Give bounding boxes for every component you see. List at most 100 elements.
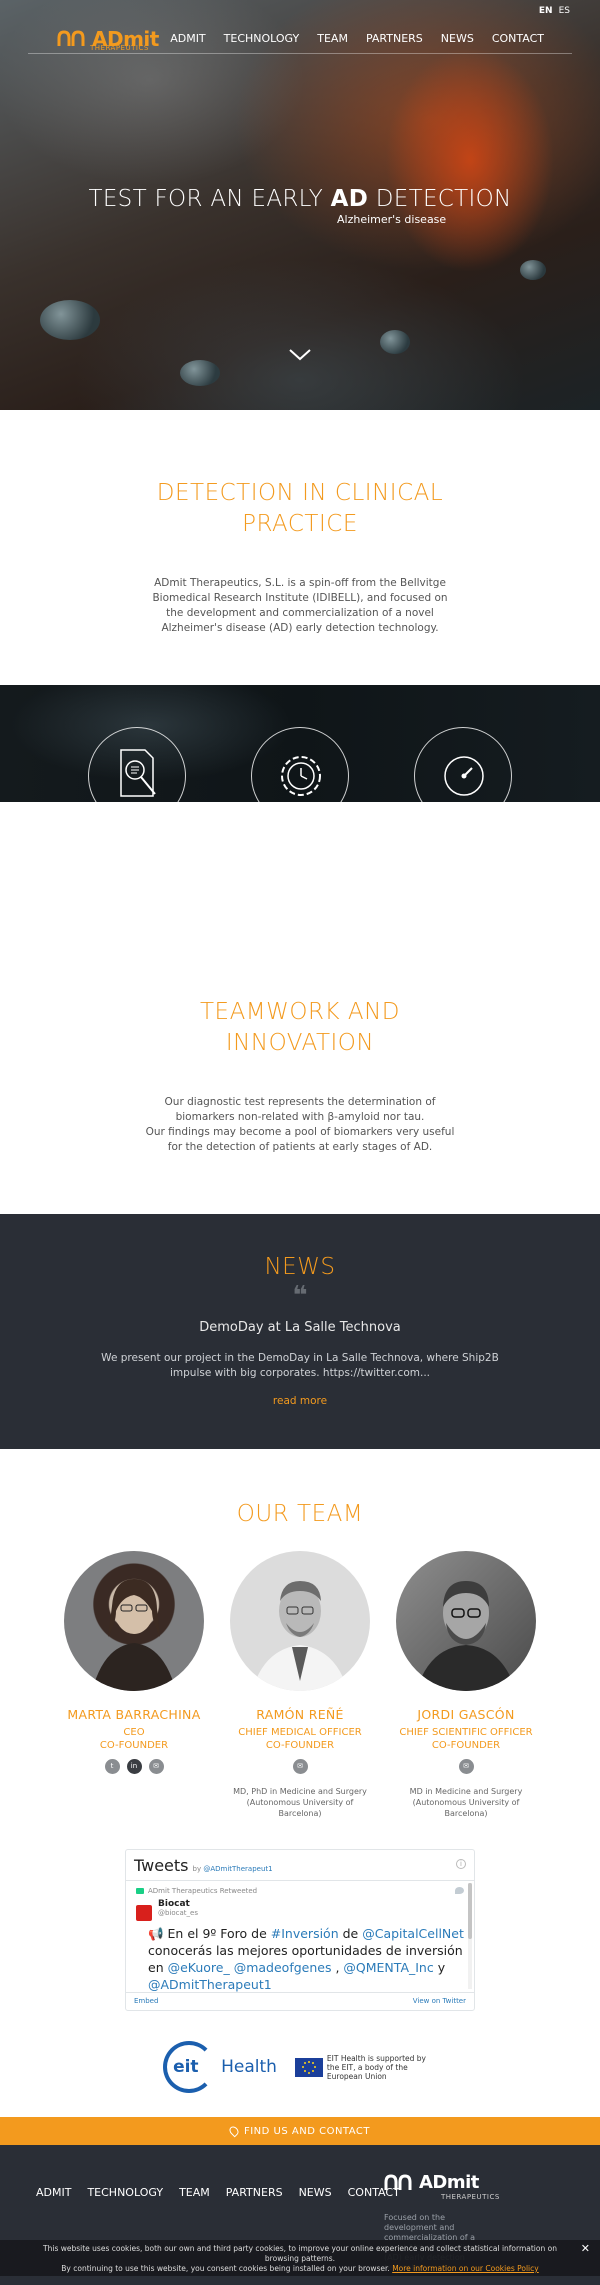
tweet[interactable]: ADmit Therapeutics Retweeted Biocat @bio…	[126, 1880, 474, 1993]
member-degree: MD in Medicine and Surgery (Autonomous U…	[396, 1786, 536, 1819]
logo-subtitle: THERAPEUTICS	[441, 2193, 500, 2201]
logo-mark-icon	[57, 29, 85, 46]
cell-blob	[40, 300, 100, 340]
member-role: CHIEF MEDICAL OFFICER CO-FOUNDER	[230, 1726, 370, 1752]
tweet-mention-link[interactable]: @ADmitTherapeut1	[148, 1977, 272, 1992]
feature-speed[interactable]	[414, 727, 512, 802]
speedometer-icon	[444, 756, 484, 796]
footer-nav-partners[interactable]: PARTNERS	[226, 2186, 283, 2199]
nav-contact[interactable]: CONTACT	[492, 32, 544, 45]
nav-news[interactable]: NEWS	[441, 32, 474, 45]
cookie-banner: This website uses cookies, both our own …	[0, 2240, 600, 2276]
portrait-icon	[416, 1581, 516, 1691]
logo[interactable]: ADmit THERAPEUTICS	[56, 29, 159, 52]
feature-process[interactable]	[251, 727, 349, 802]
lang-es[interactable]: ES	[559, 6, 570, 16]
main-nav: ADMIT TECHNOLOGY TEAM PARTNERS NEWS CONT…	[170, 32, 544, 45]
teamwork-title-line1: TEAMWORK AND	[199, 999, 401, 1025]
member-name: MARTA BARRACHINA	[67, 1707, 201, 1722]
tweet-author-name[interactable]: Biocat	[158, 1899, 198, 1909]
member-degree: MD, PhD in Medicine and Surgery (Autonom…	[230, 1786, 370, 1819]
footer-nav-team[interactable]: TEAM	[179, 2186, 210, 2199]
close-icon[interactable]: ✕	[581, 2243, 590, 2254]
hero-title: TEST FOR AN EARLY AD DETECTION	[0, 186, 600, 212]
hero-title-bold: AD	[330, 186, 369, 212]
eu-notice: EIT Health is supported by the EIT, a bo…	[294, 2053, 437, 2081]
email-icon[interactable]: ✉	[458, 1759, 474, 1774]
member-role: CEO CO-FOUNDER	[64, 1726, 204, 1752]
member-name: JORDI GASCÓN	[417, 1707, 515, 1722]
nav-admit[interactable]: ADMIT	[170, 32, 205, 45]
member-role-title: CHIEF MEDICAL OFFICER	[238, 1727, 362, 1738]
language-switcher: EN ES	[539, 6, 570, 16]
news-section: NEWS ❝ DemoDay at La Salle Technova We p…	[0, 1214, 600, 1449]
gear-clock-icon	[281, 756, 321, 796]
footer-nav-admit[interactable]: ADMIT	[36, 2186, 71, 2199]
tweet-hashtag-link[interactable]: #Inversión	[271, 1926, 339, 1941]
teamwork-text-1: Our diagnostic test represents the deter…	[164, 1096, 436, 1123]
scrollbar-thumb[interactable]	[468, 1883, 472, 1939]
tweet-text-part: y	[433, 1960, 446, 1975]
nav-partners[interactable]: PARTNERS	[366, 32, 423, 45]
eit-health-logo[interactable]: eit Health	[163, 2041, 277, 2093]
eu-flag-icon	[294, 2057, 323, 2077]
detection-text: ADmit Therapeutics, S.L. is a spin-off f…	[152, 577, 448, 634]
footer-nav-technology[interactable]: TECHNOLOGY	[87, 2186, 163, 2199]
detection-title-line1: DETECTION IN CLINICAL	[156, 480, 444, 506]
footer-logo[interactable]: ADmit THERAPEUTICS	[383, 2172, 499, 2201]
tweet-mention-link[interactable]: @QMENTA_Inc	[343, 1960, 433, 1975]
cookie-consent-text: By continuing to use this website, you c…	[61, 2264, 390, 2273]
lang-en[interactable]: EN	[539, 6, 553, 16]
chevron-down-icon[interactable]	[288, 348, 312, 362]
news-headline[interactable]: DemoDay at La Salle Technova	[0, 1320, 600, 1335]
teamwork-text: Our diagnostic test represents the deter…	[140, 1095, 460, 1155]
cell-blob	[520, 260, 546, 280]
member-socials: ✉	[230, 1759, 370, 1774]
member-photo	[230, 1551, 370, 1691]
retweet-label: ADmit Therapeutics Retweeted	[136, 1887, 464, 1895]
teamwork-text-2: Our findings may become a pool of biomar…	[145, 1126, 455, 1153]
twitter-icon[interactable]: t	[104, 1759, 120, 1774]
find-us-bar[interactable]: FIND US AND CONTACT	[0, 2117, 600, 2145]
hero-subtitle: Alzheimer's disease	[337, 213, 447, 226]
info-icon[interactable]: i	[456, 1859, 466, 1869]
nav-team[interactable]: TEAM	[317, 32, 348, 45]
member-role-cofounder: CO-FOUNDER	[265, 1740, 335, 1751]
eit-health-label: Health	[221, 2057, 277, 2077]
nav-technology[interactable]: TECHNOLOGY	[224, 32, 300, 45]
member-role-title: CEO	[123, 1727, 145, 1738]
portrait-icon	[92, 1579, 176, 1691]
timeline-handle-link[interactable]: @ADmitTherapeut1	[203, 1865, 272, 1873]
email-icon[interactable]: ✉	[292, 1759, 308, 1774]
member-photo	[64, 1551, 204, 1691]
email-icon[interactable]: ✉	[148, 1759, 164, 1774]
footer-nav-news[interactable]: NEWS	[299, 2186, 332, 2199]
teamwork-title-line2: INNOVATION	[225, 1030, 375, 1056]
tweet-mention-link[interactable]: @CapitalCellNet	[362, 1926, 464, 1941]
member-degree-line1: MD, PhD in Medicine and Surgery	[233, 1787, 367, 1796]
linkedin-icon[interactable]: in	[126, 1759, 142, 1774]
embed-link[interactable]: Embed	[134, 1997, 158, 2005]
teamwork-section: TEAMWORK AND INNOVATION Our diagnostic t…	[0, 802, 600, 1214]
hero-title-post: DETECTION	[368, 186, 512, 212]
timeline-header: Tweets by @ADmitTherapeut1	[126, 1850, 474, 1880]
news-excerpt: We present our project in the DemoDay in…	[101, 1352, 499, 1379]
cookie-text: This website uses cookies, both our own …	[43, 2244, 557, 2263]
tweet-mention-link[interactable]: @madeofgenes	[234, 1960, 332, 1975]
member-role-title: CHIEF SCIENTIFIC OFFICER	[399, 1727, 533, 1738]
eu-support-text: EIT Health is supported by the EIT, a bo…	[326, 2053, 426, 2081]
logo-text: ADmit	[419, 2172, 479, 2193]
cell-blob	[380, 330, 410, 354]
tweet-mention-link[interactable]: @eKuore_	[168, 1960, 230, 1975]
view-on-twitter-link[interactable]: View on Twitter	[413, 1997, 466, 2005]
hero-title-pre: TEST FOR AN EARLY	[88, 186, 331, 212]
feature-document[interactable]	[88, 727, 186, 802]
detection-section: DETECTION IN CLINICAL PRACTICE ADmit The…	[0, 410, 600, 685]
timeline-footer: Embed View on Twitter	[126, 1993, 474, 2009]
scrollbar[interactable]	[468, 1883, 472, 1989]
cookie-policy-link[interactable]: More information on our Cookies Policy	[392, 2264, 539, 2273]
features-band	[0, 685, 600, 802]
avatar[interactable]	[136, 1905, 152, 1921]
teamwork-title: TEAMWORK AND INNOVATION	[0, 997, 600, 1059]
read-more-link[interactable]: read more	[273, 1395, 327, 1407]
